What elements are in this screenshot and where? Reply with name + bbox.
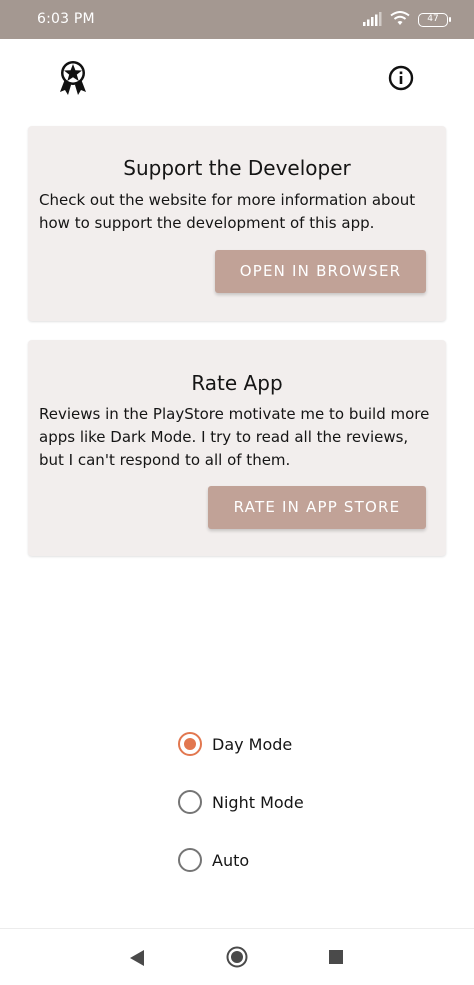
radio-night-mode[interactable]: Night Mode bbox=[178, 788, 378, 816]
status-time: 6:03 PM bbox=[37, 11, 95, 27]
app-bar bbox=[0, 39, 474, 119]
recents-icon[interactable] bbox=[329, 950, 343, 964]
wifi-icon bbox=[390, 10, 410, 30]
status-icons: 47 bbox=[362, 10, 451, 30]
radio-label-night-mode: Night Mode bbox=[212, 792, 304, 812]
info-icon[interactable] bbox=[388, 65, 414, 91]
battery-icon: 47 bbox=[418, 13, 451, 27]
radio-label-auto: Auto bbox=[212, 850, 250, 870]
support-card-title: Support the Developer bbox=[123, 156, 351, 180]
rate-card: Rate App Reviews in the PlayStore motiva… bbox=[28, 340, 446, 556]
support-card-body: Check out the website for more informati… bbox=[39, 191, 416, 232]
home-icon[interactable] bbox=[226, 946, 248, 968]
rate-in-app-store-button[interactable]: RATE IN APP STORE bbox=[208, 486, 426, 529]
back-icon[interactable] bbox=[129, 949, 145, 967]
rate-card-title: Rate App bbox=[191, 371, 283, 395]
radio-label-day-mode: Day Mode bbox=[212, 734, 293, 754]
radio-checked-icon[interactable] bbox=[178, 732, 202, 756]
signal-icon bbox=[362, 11, 382, 30]
radio-unchecked-icon[interactable] bbox=[178, 790, 202, 814]
open-in-browser-button[interactable]: OPEN IN BROWSER bbox=[215, 250, 426, 293]
radio-auto[interactable]: Auto bbox=[178, 846, 378, 874]
support-card: Support the Developer Check out the webs… bbox=[28, 126, 446, 321]
award-icon[interactable] bbox=[56, 59, 90, 97]
radio-day-mode[interactable]: Day Mode bbox=[178, 730, 378, 758]
rate-card-body: Reviews in the PlayStore motivate me to … bbox=[39, 405, 430, 469]
status-bar: 6:03 PM 47 bbox=[0, 0, 474, 39]
radio-unchecked-icon[interactable] bbox=[178, 848, 202, 872]
navigation-bar bbox=[0, 928, 474, 985]
